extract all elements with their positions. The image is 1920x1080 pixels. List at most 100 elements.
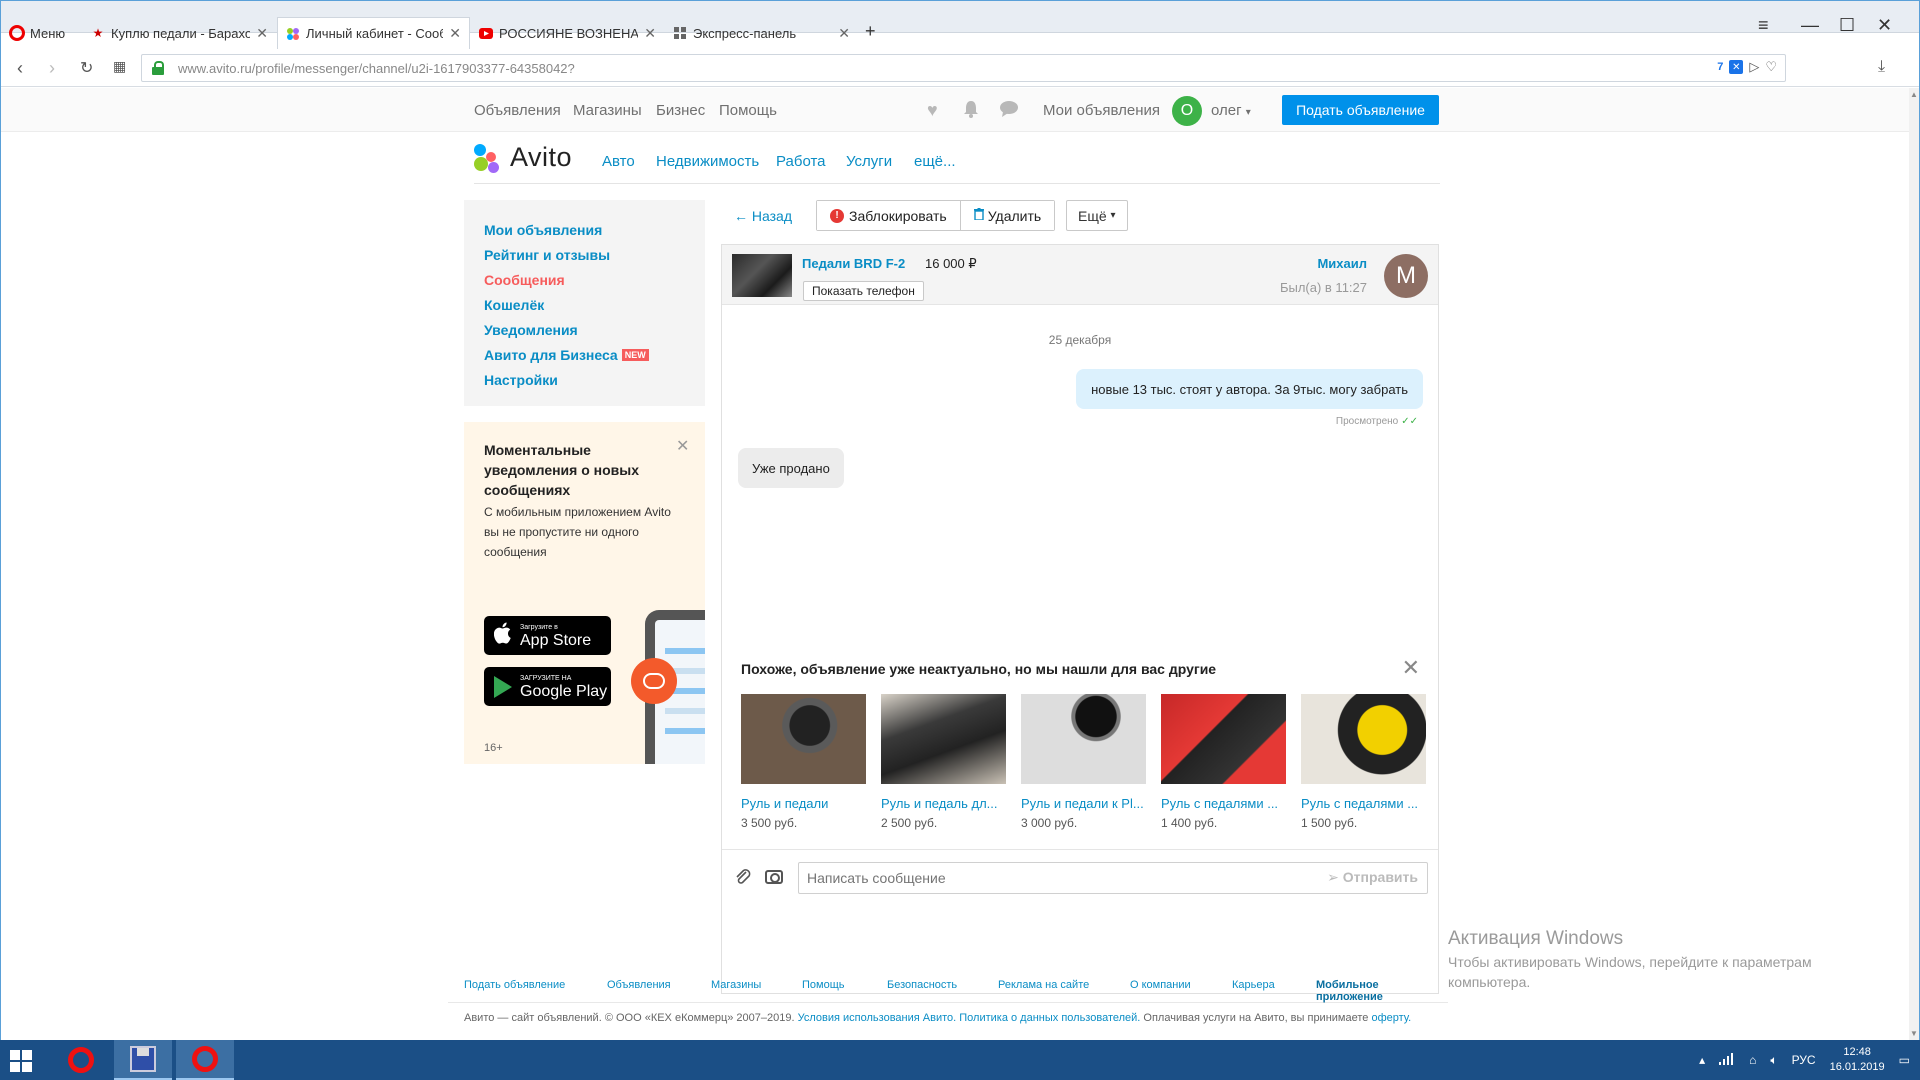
category-services[interactable]: Услуги — [846, 153, 892, 170]
language-indicator[interactable]: РУС — [1792, 1053, 1816, 1067]
nav-my-ads[interactable]: Мои объявления — [1043, 102, 1160, 119]
nav-ads[interactable]: Объявления — [474, 102, 561, 119]
sidebar-item-business[interactable]: Авито для Бизнеса NEW — [484, 342, 705, 367]
category-auto[interactable]: Авто — [602, 153, 635, 170]
sidebar-item-rating[interactable]: Рейтинг и отзывы — [484, 242, 705, 267]
more-button[interactable]: Ещё ▾ — [1066, 200, 1128, 231]
footer-link[interactable]: Карьера — [1232, 979, 1275, 991]
clock[interactable]: 12:48 16.01.2019 — [1830, 1045, 1885, 1075]
seller-avatar[interactable]: М — [1384, 254, 1428, 298]
footer-link[interactable]: Подать объявление — [464, 979, 565, 991]
camera-icon[interactable] — [765, 870, 783, 884]
delete-button[interactable]: Удалить — [959, 201, 1055, 230]
footer-link[interactable]: Объявления — [607, 979, 671, 991]
send-button[interactable]: ➢ Отправить — [1327, 869, 1418, 886]
block-button[interactable]: ! Заблокировать — [817, 201, 960, 230]
scroll-down-icon[interactable]: ▼ — [1910, 1029, 1918, 1038]
close-window-icon[interactable]: ✕ — [1877, 15, 1892, 36]
google-play-button[interactable]: ЗАГРУЗИТЕ НА Google Play — [484, 667, 611, 706]
similar-card[interactable]: Руль с педалями ... 1 400 руб. — [1161, 694, 1286, 830]
opera-icon — [9, 25, 25, 41]
similar-card[interactable]: Руль и педаль дл... 2 500 руб. — [881, 694, 1006, 830]
chat-panel: Педали BRD F-2 16 000 ₽ Показать телефон… — [721, 244, 1439, 994]
app-store-button[interactable]: Загрузите в App Store — [484, 616, 611, 655]
speed-dial-icon[interactable]: ▦ — [113, 58, 126, 75]
footer-link-mobile-app[interactable]: Мобильное приложение — [1316, 979, 1448, 1003]
send-icon[interactable]: ▷ — [1749, 59, 1759, 75]
tab-youtube[interactable]: РОССИЯНЕ ВОЗНЕНАВИД ✕ — [471, 18, 664, 48]
new-badge: NEW — [621, 348, 649, 361]
tab-barakholka[interactable]: ★ Куплю педали - Барахолка ✕ — [83, 18, 276, 48]
url-input[interactable]: www.avito.ru/profile/messenger/channel/u… — [141, 54, 1786, 82]
close-icon[interactable]: ✕ — [676, 436, 689, 456]
sidebar-item-notifications[interactable]: Уведомления — [484, 317, 705, 342]
item-title-link[interactable]: Педали BRD F-2 — [802, 256, 905, 271]
windows-start-icon[interactable] — [10, 1050, 32, 1072]
item-thumbnail[interactable] — [732, 254, 792, 297]
chat-header: Педали BRD F-2 16 000 ₽ Показать телефон… — [722, 245, 1438, 305]
adblock-icon[interactable]: ✕ — [1729, 60, 1744, 74]
page-content: Объявления Магазины Бизнес Помощь ♥ Мои … — [1, 88, 1909, 1040]
terms-link[interactable]: Условия использования Авито. — [798, 1012, 957, 1024]
similar-card[interactable]: Руль с педалями ... 1 500 руб. — [1301, 694, 1426, 830]
seller-name[interactable]: Михаил — [1317, 256, 1367, 271]
footer-link[interactable]: Безопасность — [887, 979, 957, 991]
sidebar-item-settings[interactable]: Настройки — [484, 367, 705, 392]
taskbar-opera[interactable] — [52, 1040, 110, 1080]
taskbar-opera-active[interactable] — [176, 1040, 234, 1080]
tab-express-panel[interactable]: Экспресс-панель ✕ — [665, 18, 858, 48]
opera-menu-button[interactable]: Меню — [9, 18, 65, 48]
sidebar-item-messages[interactable]: Сообщения — [484, 267, 705, 292]
category-jobs[interactable]: Работа — [776, 153, 826, 170]
close-icon[interactable]: ✕ — [443, 25, 461, 42]
chevron-up-icon[interactable]: ▴ — [1699, 1053, 1705, 1067]
category-realty[interactable]: Недвижимость — [656, 153, 759, 170]
reload-icon[interactable]: ↻ — [80, 58, 93, 78]
footer-link[interactable]: Магазины — [711, 979, 761, 991]
user-avatar[interactable]: О — [1172, 96, 1202, 126]
footer-link[interactable]: Помощь — [802, 979, 845, 991]
sidebar-item-my-ads[interactable]: Мои объявления — [484, 217, 705, 242]
page-scrollbar[interactable]: ▲ ▼ — [1909, 88, 1919, 1040]
footer-link[interactable]: О компании — [1130, 979, 1191, 991]
post-ad-button[interactable]: Подать объявление — [1282, 95, 1439, 125]
tab-avito-messages[interactable]: Личный кабинет - Сообщ ✕ — [277, 17, 470, 49]
footer-link[interactable]: Реклама на сайте — [998, 979, 1089, 991]
download-icon[interactable]: ⤓ — [1878, 58, 1885, 76]
attach-icon[interactable] — [734, 868, 752, 891]
nav-help[interactable]: Помощь — [719, 102, 777, 119]
favorites-icon[interactable]: ♥ — [927, 100, 938, 121]
bell-icon[interactable] — [963, 100, 979, 123]
nav-business[interactable]: Бизнес — [656, 102, 705, 119]
nav-shops[interactable]: Магазины — [573, 102, 642, 119]
notifications-icon[interactable]: ▭ — [1899, 1053, 1910, 1067]
offer-link[interactable]: оферту. — [1371, 1012, 1411, 1024]
back-link[interactable]: ← Назад — [734, 208, 792, 224]
maximize-icon[interactable]: ☐ — [1839, 15, 1855, 36]
volume-icon[interactable]: 🔈︎ — [1770, 1053, 1777, 1068]
new-tab-icon[interactable]: + — [865, 21, 876, 42]
close-icon[interactable]: ✕ — [250, 25, 268, 42]
messages-icon[interactable] — [999, 100, 1019, 122]
network-icon[interactable] — [1719, 1052, 1735, 1068]
similar-card[interactable]: Руль и педали к Pl... 3 000 руб. — [1021, 694, 1146, 830]
sidebar-item-wallet[interactable]: Кошелёк — [484, 292, 705, 317]
show-phone-button[interactable]: Показать телефон — [803, 281, 924, 301]
close-icon[interactable]: ✕ — [832, 25, 850, 42]
close-icon[interactable]: ✕ — [1402, 655, 1420, 681]
taskbar-save-app[interactable] — [114, 1040, 172, 1080]
avito-logo[interactable]: Avito — [474, 142, 584, 174]
usb-icon[interactable]: ⌂ — [1749, 1053, 1756, 1067]
privacy-link[interactable]: Политика о данных пользователей. — [959, 1012, 1140, 1024]
tab-menu-icon[interactable]: ≡ — [1758, 15, 1769, 36]
heart-icon[interactable]: ♡ — [1765, 59, 1777, 75]
forward-icon[interactable]: › — [49, 58, 55, 79]
close-icon[interactable]: ✕ — [638, 25, 656, 42]
scroll-up-icon[interactable]: ▲ — [1910, 90, 1918, 99]
chevron-down-icon: ▾ — [1245, 107, 1251, 118]
user-menu[interactable]: олег ▾ — [1211, 102, 1251, 119]
similar-card[interactable]: Руль и педали 3 500 руб. — [741, 694, 866, 830]
category-more[interactable]: ещё... — [914, 153, 956, 170]
minimize-icon[interactable]: — — [1801, 15, 1819, 36]
back-icon[interactable]: ‹ — [17, 58, 23, 79]
